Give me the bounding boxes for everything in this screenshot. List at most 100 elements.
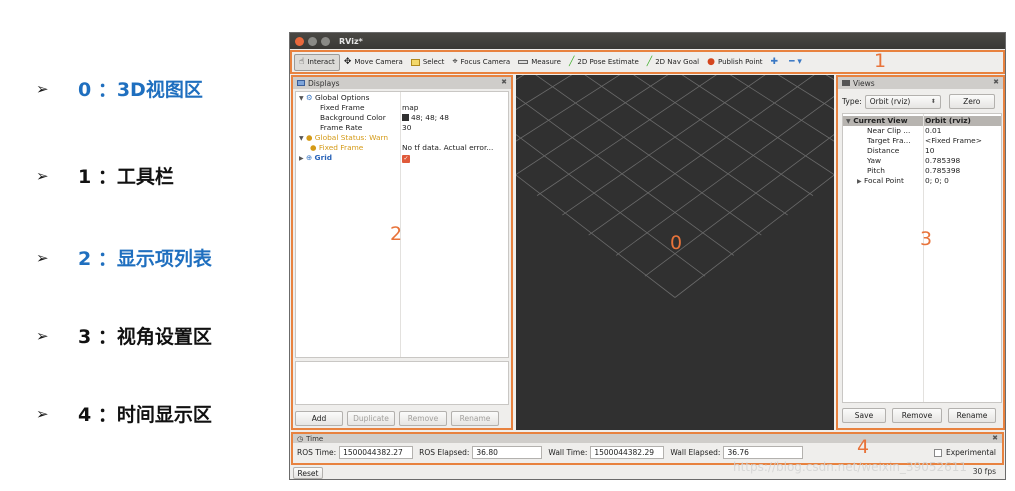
tool-label: Select: [422, 58, 445, 66]
remove-tool-menu[interactable]: ━ ▾: [785, 54, 809, 71]
wall-elapsed-field[interactable]: 36.76: [723, 446, 804, 459]
legend-text: 4 ：时间显示区: [78, 404, 212, 426]
rviz-window: RViz* ☝ Interact ✥ Move Camera Select ⌖ …: [289, 32, 1006, 480]
view-row-yaw[interactable]: Yaw 0.785398: [843, 156, 1001, 166]
annotation-number-0: 0: [670, 232, 683, 254]
add-display-button[interactable]: Add: [295, 411, 343, 426]
collapse-arrow-icon[interactable]: ▶: [857, 178, 862, 185]
legend-text: 3 ：视角设置区: [78, 326, 212, 348]
view-row-target-frame[interactable]: Target Fra... <Fixed Frame>: [843, 136, 1001, 146]
row-key: Pitch: [867, 166, 885, 175]
duplicate-display-button[interactable]: Duplicate: [347, 411, 395, 426]
wall-time-field[interactable]: 1500044382.29: [590, 446, 665, 459]
zero-button[interactable]: Zero: [948, 94, 995, 109]
ros-elapsed-label: ROS Elapsed:: [419, 448, 470, 457]
close-panel-icon[interactable]: ✖: [993, 78, 999, 86]
pose-estimate-tool-button[interactable]: ╱ 2D Pose Estimate: [565, 54, 643, 71]
rename-display-button[interactable]: Rename: [451, 411, 499, 426]
row-value[interactable]: 48; 48; 48: [411, 113, 449, 122]
row-value[interactable]: 30: [402, 123, 411, 133]
enabled-checkbox-icon[interactable]: ✓: [402, 153, 410, 163]
row-value[interactable]: 10: [925, 146, 934, 156]
row-value[interactable]: 0.785398: [925, 166, 960, 176]
close-panel-icon[interactable]: ✖: [501, 78, 507, 86]
map-pin-icon: ●: [707, 56, 715, 67]
measure-tool-button[interactable]: Measure: [514, 54, 565, 71]
view-type-select[interactable]: Orbit (rviz) ⬍: [864, 94, 941, 109]
row-key: Target Fra...: [867, 136, 911, 145]
expand-arrow-icon[interactable]: ▼: [299, 95, 304, 102]
close-window-icon[interactable]: [295, 36, 304, 46]
row-value: Orbit (rviz): [925, 116, 971, 125]
window-title: RViz*: [339, 36, 363, 46]
wall-time-label: Wall Time:: [548, 448, 588, 457]
focus-camera-tool-button[interactable]: ⌖ Focus Camera: [448, 54, 514, 71]
arrow-bullet-icon: ➢: [36, 166, 49, 185]
row-key: Focal Point: [863, 176, 904, 185]
row-key: Yaw: [867, 156, 882, 165]
expand-arrow-icon[interactable]: ▼: [299, 135, 304, 142]
ros-elapsed-field[interactable]: 36.80: [472, 446, 543, 459]
minimize-window-icon[interactable]: [308, 36, 317, 46]
remove-view-button[interactable]: Remove: [892, 408, 942, 423]
ros-time-field[interactable]: 1500044382.27: [339, 446, 414, 459]
publish-point-tool-button[interactable]: ● Publish Point: [703, 54, 766, 71]
tool-label: Focus Camera: [460, 58, 511, 66]
close-panel-icon[interactable]: ✖: [992, 434, 998, 442]
row-value[interactable]: <Fixed Frame>: [925, 136, 982, 146]
reset-button[interactable]: Reset: [293, 467, 323, 479]
move-camera-tool-button[interactable]: ✥ Move Camera: [340, 54, 407, 71]
arrow-bullet-icon: ➢: [36, 326, 49, 345]
expand-arrow-icon[interactable]: ▼: [846, 118, 851, 125]
legend-item-time: ➢ 4 ：时间显示区: [36, 400, 212, 427]
legend-item-view-settings: ➢ 3 ：视角设置区: [36, 322, 212, 349]
view-row-focal-point[interactable]: ▶ Focal Point 0; 0; 0: [843, 176, 1001, 186]
row-key: Grid: [314, 153, 333, 162]
description-box: [295, 361, 509, 405]
row-key: Global Options: [314, 93, 370, 102]
view-row-pitch[interactable]: Pitch 0.785398: [843, 166, 1001, 176]
add-tool-button[interactable]: ✚: [767, 54, 786, 71]
rename-view-button[interactable]: Rename: [948, 408, 996, 423]
grid-icon: ⊕: [305, 153, 313, 162]
views-header: Views ✖: [838, 77, 1003, 89]
remove-display-button[interactable]: Remove: [399, 411, 447, 426]
save-view-button[interactable]: Save: [842, 408, 886, 423]
annotation-number-4: 4: [857, 436, 870, 458]
minus-dropdown-icon: ━ ▾: [789, 56, 802, 67]
select-tool-button[interactable]: Select: [407, 54, 449, 71]
row-key: Frame Rate: [320, 123, 363, 132]
row-value[interactable]: map: [402, 103, 418, 113]
grid-line: [777, 75, 834, 110]
tool-label: 2D Pose Estimate: [577, 58, 639, 66]
experimental-toggle[interactable]: Experimental: [933, 448, 996, 457]
row-value[interactable]: 0.785398: [925, 156, 960, 166]
view-row-current-view[interactable]: ▼ Current View Orbit (rviz): [843, 116, 1001, 126]
displays-panel: Displays ✖ ▼ ⚙ Global Options Fixed Fram…: [291, 75, 513, 430]
annotation-number-2: 2: [390, 223, 403, 245]
collapse-arrow-icon[interactable]: ▶: [299, 155, 304, 162]
select-box-icon: [410, 58, 420, 66]
view-row-near-clip[interactable]: Near Clip ... 0.01: [843, 126, 1001, 136]
nav-goal-tool-button[interactable]: ╱ 2D Nav Goal: [643, 54, 703, 71]
toolbar: ☝ Interact ✥ Move Camera Select ⌖ Focus …: [290, 50, 1005, 74]
checkbox-icon[interactable]: [933, 448, 942, 457]
crosshair-icon: ⌖: [452, 56, 458, 67]
row-key: Fixed Frame: [320, 103, 365, 112]
grid-line: [562, 75, 766, 216]
grid-line: [516, 75, 573, 110]
row-key: Current View: [853, 116, 908, 125]
legend-item-toolbar: ➢ 1 ：工具栏: [36, 162, 174, 189]
row-value[interactable]: 0; 0; 0: [925, 176, 949, 186]
interact-tool-button[interactable]: ☝ Interact: [294, 53, 340, 71]
grid-line: [584, 75, 788, 216]
plus-icon: ✚: [770, 56, 779, 67]
maximize-window-icon[interactable]: [321, 36, 330, 46]
view-row-distance[interactable]: Distance 10: [843, 146, 1001, 156]
gear-icon: ⚙: [305, 93, 313, 102]
row-value[interactable]: 0.01: [925, 126, 941, 136]
warning-icon: ●: [305, 133, 313, 142]
legend-text: 1 ：工具栏: [78, 166, 174, 188]
row-value: No tf data. Actual error...: [402, 143, 494, 152]
camera-icon: [842, 80, 850, 86]
